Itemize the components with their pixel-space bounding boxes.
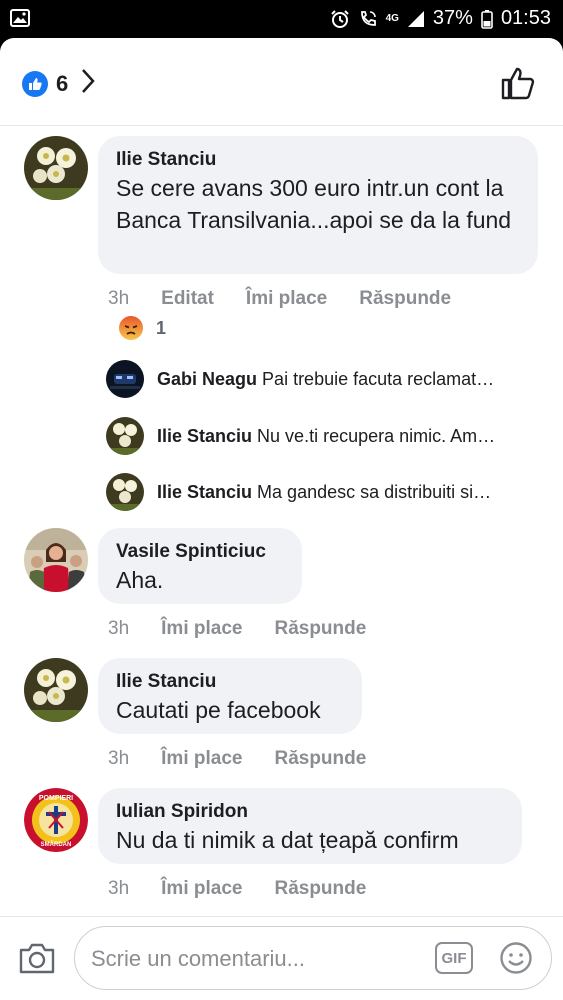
chevron-right-icon [80, 68, 96, 99]
comment-time: 3h [108, 878, 130, 899]
comment-composer: Scrie un comentariu... GIF [0, 916, 563, 1000]
comment-bubble[interactable]: Vasile Spinticiuc Aha. [98, 528, 302, 604]
signal-icon [407, 10, 425, 28]
comment-author[interactable]: Iulian Spiridon [116, 800, 504, 824]
reply-preview[interactable]: Ilie Stanciu Ma gandesc sa distribuiti s… [106, 472, 546, 512]
comment-time: 3h [108, 618, 130, 639]
reply-button[interactable]: Răspunde [274, 878, 366, 900]
clock: 01:53 [500, 7, 551, 29]
like-comment-button[interactable]: Îmi place [161, 748, 242, 770]
comment-actions: 3h Editat Îmi place Răspunde [108, 288, 451, 310]
sticker-button[interactable] [499, 941, 533, 980]
camera-button[interactable] [18, 941, 56, 980]
battery-icon [481, 9, 493, 29]
network-type: 4G [385, 12, 399, 24]
edited-label[interactable]: Editat [161, 288, 214, 310]
reply-text: Ma gandesc sa distribuiti si… [257, 481, 492, 502]
comment-bubble[interactable]: Iulian Spiridon Nu da ti nimik a dat țea… [98, 788, 522, 864]
smiley-icon [500, 942, 532, 974]
like-post-button[interactable] [501, 66, 535, 105]
comment-text: Se cere avans 300 euro intr.un cont la B… [116, 175, 512, 233]
avatar [106, 473, 144, 511]
comment-text: Cautati pe facebook [116, 697, 321, 723]
comment-text: Nu da ti nimik a dat țeapă confirm [116, 827, 459, 853]
reply-preview[interactable]: Gabi Neagu Pai trebuie facuta reclamat… [106, 359, 546, 399]
avatar[interactable] [24, 136, 88, 200]
reply-author: Ilie Stanciu [157, 481, 253, 502]
reply-button[interactable]: Răspunde [274, 618, 366, 640]
like-comment-button[interactable]: Îmi place [161, 618, 242, 640]
battery-percent: 37% [432, 7, 473, 29]
avatar[interactable] [24, 528, 88, 592]
reply-button[interactable]: Răspunde [359, 288, 451, 310]
comment-time: 3h [108, 288, 130, 309]
comment-actions: 3h Îmi place Răspunde [108, 748, 366, 770]
badge-text-bottom: SMÂRDAN [41, 841, 72, 848]
angry-reaction-icon [119, 316, 143, 340]
like-reaction-icon [22, 70, 48, 97]
reply-preview[interactable]: Ilie Stanciu Nu ve.ti recupera nimic. Am… [106, 416, 546, 456]
gallery-notification-icon [10, 9, 30, 32]
reply-text: Nu ve.ti recupera nimic. Am… [257, 425, 496, 446]
reply-text: Pai trebuie facuta reclamat… [262, 368, 495, 389]
reply-author: Ilie Stanciu [157, 425, 253, 446]
reply-author: Gabi Neagu [157, 368, 258, 389]
avatar[interactable] [24, 658, 88, 722]
wifi-call-icon [358, 9, 378, 29]
thumbs-up-icon [501, 67, 535, 100]
comment-text: Aha. [116, 567, 164, 593]
comment-reactions[interactable]: 1 [118, 315, 166, 341]
camera-icon [19, 943, 55, 974]
comment-author[interactable]: Ilie Stanciu [116, 148, 520, 172]
comment-input-placeholder: Scrie un comentariu... [91, 946, 305, 971]
badge-text-top: POMPIERI [39, 795, 73, 802]
comment-bubble[interactable]: Ilie Stanciu Cautati pe facebook [98, 658, 362, 734]
comment-bubble[interactable]: Ilie Stanciu Se cere avans 300 euro intr… [98, 136, 538, 274]
reaction-count: 1 [156, 317, 167, 338]
comment-author[interactable]: Vasile Spinticiuc [116, 540, 284, 564]
status-bar: 4G 37% 01:53 [0, 0, 563, 38]
comment-actions: 3h Îmi place Răspunde [108, 618, 366, 640]
reply-button[interactable]: Răspunde [274, 748, 366, 770]
like-comment-button[interactable]: Îmi place [246, 288, 327, 310]
like-comment-button[interactable]: Îmi place [161, 878, 242, 900]
avatar[interactable]: POMPIERI SMÂRDAN [24, 788, 88, 852]
reaction-count: 6 [56, 70, 69, 96]
avatar [106, 360, 144, 398]
comment-author[interactable]: Ilie Stanciu [116, 670, 344, 694]
reactions-summary[interactable]: 6 [22, 68, 96, 99]
comments-sheet: 6 Ilie Stanciu Se cere avans 300 euro in… [0, 38, 563, 1000]
sheet-header: 6 [0, 38, 563, 126]
comment-time: 3h [108, 748, 130, 769]
alarm-icon [330, 9, 350, 29]
comment-input[interactable]: Scrie un comentariu... GIF [74, 926, 552, 990]
avatar [106, 417, 144, 455]
comment-actions: 3h Îmi place Răspunde [108, 878, 366, 900]
gif-button[interactable]: GIF [435, 942, 473, 974]
